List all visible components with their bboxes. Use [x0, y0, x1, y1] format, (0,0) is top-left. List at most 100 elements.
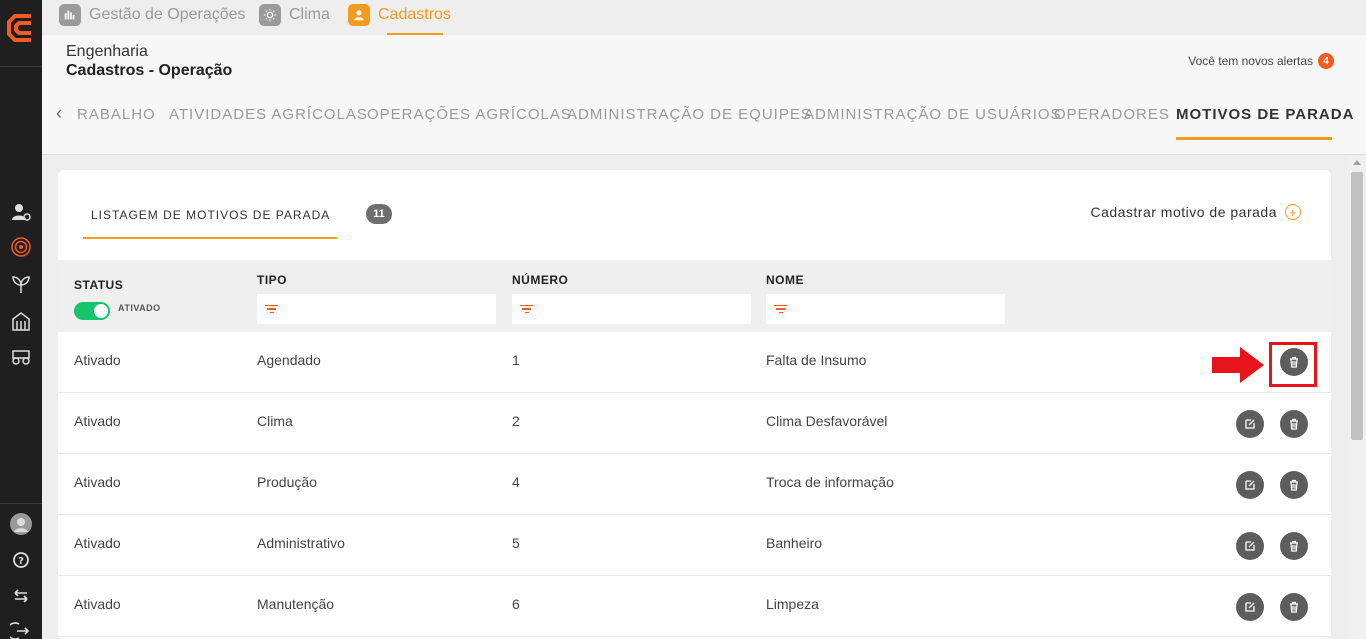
- alerts-notice[interactable]: Você tem novos alertas 4: [1188, 53, 1334, 69]
- silo-icon[interactable]: [8, 308, 34, 334]
- edit-icon: [1245, 602, 1255, 612]
- section-tabs: ‹ RABALHO ATIVIDADES AGRÍCOLAS OPERAÇÕES…: [42, 95, 1366, 140]
- sidebar-divider: [0, 503, 42, 504]
- column-header-nome[interactable]: NOME: [766, 273, 804, 287]
- cell-status: Ativado: [74, 474, 121, 490]
- cell-numero: 5: [512, 535, 520, 551]
- nome-filter-input[interactable]: [766, 294, 1005, 324]
- add-stop-reason-button[interactable]: Cadastrar motivo de parada +: [1090, 204, 1301, 220]
- cell-numero: 4: [512, 474, 520, 490]
- delete-button[interactable]: [1280, 410, 1308, 438]
- apptab-label: Cadastros: [378, 6, 451, 23]
- cell-nome: Limpeza: [766, 596, 819, 612]
- cell-tipo: Clima: [257, 413, 293, 429]
- cell-nome: Troca de informação: [766, 474, 894, 490]
- trash-icon: [1290, 540, 1298, 552]
- tab-administracao-equipes[interactable]: ADMINISTRAÇÃO DE EQUIPES: [567, 106, 812, 123]
- tab-operacoes-agricolas[interactable]: OPERAÇÕES AGRÍCOLAS: [367, 106, 572, 123]
- edit-button[interactable]: [1236, 532, 1264, 560]
- tab-atividades-agricolas[interactable]: ATIVIDADES AGRÍCOLAS: [169, 106, 368, 123]
- table-header: STATUS ATIVADO TIPO NÚMERO NOME: [58, 260, 1331, 332]
- listing-tab[interactable]: LISTAGEM DE MOTIVOS DE PARADA: [91, 208, 330, 222]
- cell-tipo: Agendado: [257, 352, 321, 368]
- avatar[interactable]: [8, 511, 34, 537]
- cell-numero: 1: [512, 352, 520, 368]
- cell-tipo: Produção: [257, 474, 317, 490]
- delete-button[interactable]: [1280, 532, 1308, 560]
- filter-icon: [774, 304, 787, 314]
- trash-icon: [1290, 418, 1298, 430]
- cell-nome: Banheiro: [766, 535, 823, 551]
- plus-circle-icon: +: [1285, 204, 1301, 220]
- delete-button[interactable]: [1280, 471, 1308, 499]
- edit-button[interactable]: [1236, 410, 1264, 438]
- delete-button[interactable]: [1280, 593, 1308, 621]
- page-header: Engenharia Cadastros - Operação Você tem…: [42, 35, 1366, 155]
- scrollbar-thumb[interactable]: [1351, 172, 1363, 440]
- status-toggle[interactable]: [74, 302, 110, 320]
- logout-icon[interactable]: [8, 618, 34, 639]
- trash-icon: [1290, 479, 1298, 491]
- apptab-gestao[interactable]: Gestão de Operações: [59, 3, 246, 27]
- table-row[interactable]: Ativado Clima 2 Clima Desfavorável: [58, 393, 1331, 454]
- alerts-badge: 4: [1318, 53, 1334, 69]
- status-toggle-label: ATIVADO: [118, 303, 161, 313]
- user-icon: [348, 4, 370, 26]
- cell-status: Ativado: [74, 535, 121, 551]
- annotation-highlight-box: [1269, 342, 1317, 387]
- app-tabs: Gestão de Operações Clima Cadastros: [42, 0, 1366, 35]
- toggle-knob: [94, 304, 108, 318]
- apptab-clima[interactable]: Clima: [259, 3, 330, 27]
- cell-status: Ativado: [74, 413, 121, 429]
- svg-text:?: ?: [18, 556, 24, 567]
- apptab-cadastros[interactable]: Cadastros: [348, 3, 451, 27]
- apptab-label: Gestão de Operações: [89, 6, 246, 23]
- column-header-numero[interactable]: NÚMERO: [512, 273, 568, 287]
- table-row[interactable]: Ativado Administrativo 5 Banheiro: [58, 515, 1331, 576]
- breadcrumb-parent[interactable]: Engenharia: [66, 43, 148, 61]
- edit-button[interactable]: [1236, 593, 1264, 621]
- sidebar-divider: [0, 66, 42, 67]
- tab-trabalho[interactable]: RABALHO: [77, 106, 156, 123]
- edit-button[interactable]: [1236, 471, 1264, 499]
- column-header-tipo[interactable]: TIPO: [257, 273, 287, 287]
- cell-numero: 2: [512, 413, 520, 429]
- cell-nome: Falta de Insumo: [766, 352, 867, 368]
- apptab-label: Clima: [289, 6, 330, 23]
- numero-filter-input[interactable]: [512, 294, 751, 324]
- filter-icon: [265, 304, 278, 314]
- sidebar: ?: [0, 0, 42, 639]
- sun-icon: [259, 4, 281, 26]
- user-settings-icon[interactable]: [8, 199, 34, 225]
- table-row[interactable]: Ativado Produção 4 Troca de informação: [58, 454, 1331, 515]
- column-header-status[interactable]: STATUS: [74, 278, 123, 292]
- trash-icon: [1290, 601, 1298, 613]
- tab-operadores[interactable]: OPERADORES: [1054, 106, 1170, 123]
- table-row[interactable]: Ativado Agendado 1 Falta de Insumo: [58, 332, 1331, 393]
- tab-administracao-usuarios[interactable]: ADMINISTRAÇÃO DE USUÁRIOS: [804, 106, 1062, 123]
- cell-tipo: Manutenção: [257, 596, 335, 612]
- listing-tab-indicator: [83, 237, 337, 239]
- tab-motivos-de-parada[interactable]: MOTIVOS DE PARADA: [1176, 106, 1354, 123]
- table-row[interactable]: Ativado Manutenção 6 Limpeza: [58, 576, 1331, 637]
- count-badge: 11: [366, 204, 392, 224]
- page-scrollbar[interactable]: [1348, 156, 1366, 639]
- alerts-text: Você tem novos alertas: [1188, 54, 1313, 68]
- listing-card: LISTAGEM DE MOTIVOS DE PARADA 11 Cadastr…: [58, 170, 1331, 639]
- scroll-up-icon[interactable]: [1353, 160, 1361, 165]
- swap-icon[interactable]: [8, 583, 34, 609]
- edit-icon: [1245, 480, 1255, 490]
- cell-tipo: Administrativo: [257, 535, 345, 551]
- annotation-arrow-icon: [1212, 347, 1264, 383]
- edit-icon: [1245, 541, 1255, 551]
- operations-icon: [59, 4, 81, 26]
- plant-icon[interactable]: [8, 271, 34, 297]
- cell-numero: 6: [512, 596, 520, 612]
- chevron-left-icon[interactable]: ‹: [56, 103, 62, 124]
- logo-icon[interactable]: [5, 10, 37, 46]
- cell-status: Ativado: [74, 596, 121, 612]
- target-icon[interactable]: [8, 234, 34, 260]
- help-icon[interactable]: ?: [8, 547, 34, 573]
- tractor-icon[interactable]: [8, 343, 34, 369]
- tipo-filter-input[interactable]: [257, 294, 496, 324]
